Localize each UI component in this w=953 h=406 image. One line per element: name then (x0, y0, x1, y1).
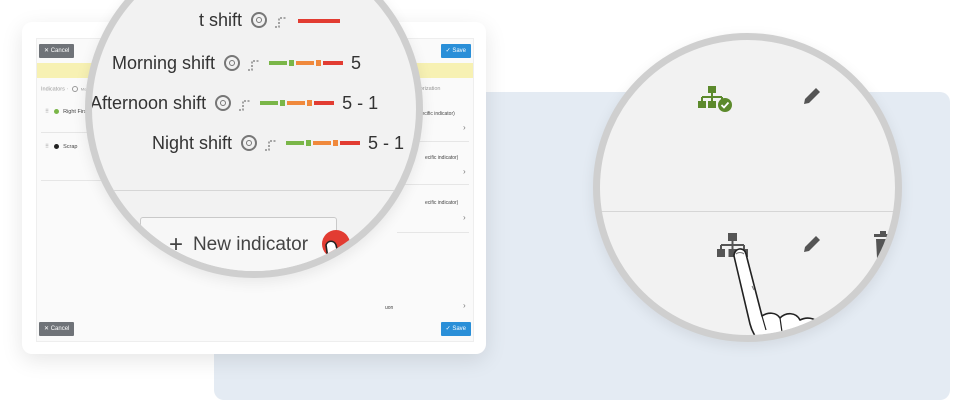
footer-cancel-button[interactable]: ✕ Cancel (39, 322, 75, 336)
drag-handle-icon[interactable]: ⠿ (45, 144, 49, 150)
chevron-right-icon[interactable]: › (463, 123, 466, 132)
trash-icon[interactable] (872, 231, 894, 259)
drag-handle-icon[interactable]: ⠿ (45, 109, 49, 115)
score-bar (298, 19, 340, 23)
shift-row[interactable]: Morning shift 5 (112, 48, 361, 78)
hand-pointer-icon (733, 248, 826, 335)
footer-save-button[interactable]: ✓ Save (440, 322, 471, 336)
shift-label: Night shift (152, 132, 233, 153)
target-icon (71, 86, 78, 92)
step-icon (247, 56, 261, 71)
shift-row[interactable]: Night shift 5 - 1 (152, 128, 404, 158)
indicator-row[interactable]: uon (385, 305, 393, 311)
target-icon (251, 12, 267, 28)
status-dot (53, 144, 59, 150)
trash-icon[interactable] (874, 88, 884, 108)
close-icon: ✕ (44, 48, 51, 54)
status-dot (53, 109, 59, 115)
indicator-row[interactable]: ecific indicator) (425, 155, 458, 161)
pencil-icon[interactable] (800, 84, 824, 108)
indicator-row[interactable]: ecific indicator) (425, 200, 458, 206)
shift-label: Afternoon shift (90, 92, 207, 113)
close-icon: ✕ (44, 326, 51, 332)
target-icon (224, 55, 241, 71)
save-button[interactable]: ✓ Save (440, 44, 471, 58)
divider (397, 232, 469, 233)
score-value: 5 (351, 52, 362, 73)
chevron-right-icon[interactable]: › (463, 213, 466, 222)
step-icon (264, 136, 278, 151)
target-icon (215, 95, 232, 111)
new-indicator-button[interactable]: + New indicator (140, 217, 337, 271)
shift-row[interactable]: Afternoon shift 5 - 1 (90, 88, 379, 118)
list-item[interactable]: ⠿ Scrap (45, 144, 77, 150)
shift-row[interactable]: t shift (92, 5, 288, 35)
step-icon (274, 13, 288, 28)
divider (41, 180, 101, 181)
chevron-right-icon[interactable]: › (463, 301, 466, 310)
score-bars (260, 100, 336, 106)
shift-label: Morning shift (112, 52, 216, 73)
chevron-right-icon[interactable]: › (463, 167, 466, 176)
score-bars (269, 60, 345, 66)
divider (397, 184, 469, 185)
divider (92, 190, 416, 191)
divider (600, 211, 895, 212)
magnifier-right (593, 33, 902, 342)
score-value: 5 - 1 (342, 92, 379, 113)
score-value: 5 - 1 (368, 132, 405, 153)
new-indicator-label: New indicator (192, 234, 309, 255)
cancel-button[interactable]: ✕ Cancel (39, 44, 75, 58)
plus-icon: + (168, 231, 183, 258)
hierarchy-check-icon[interactable] (697, 84, 735, 114)
score-bars (286, 140, 362, 146)
step-icon (238, 96, 252, 111)
shift-label: t shift (198, 9, 242, 30)
target-icon (241, 135, 258, 151)
